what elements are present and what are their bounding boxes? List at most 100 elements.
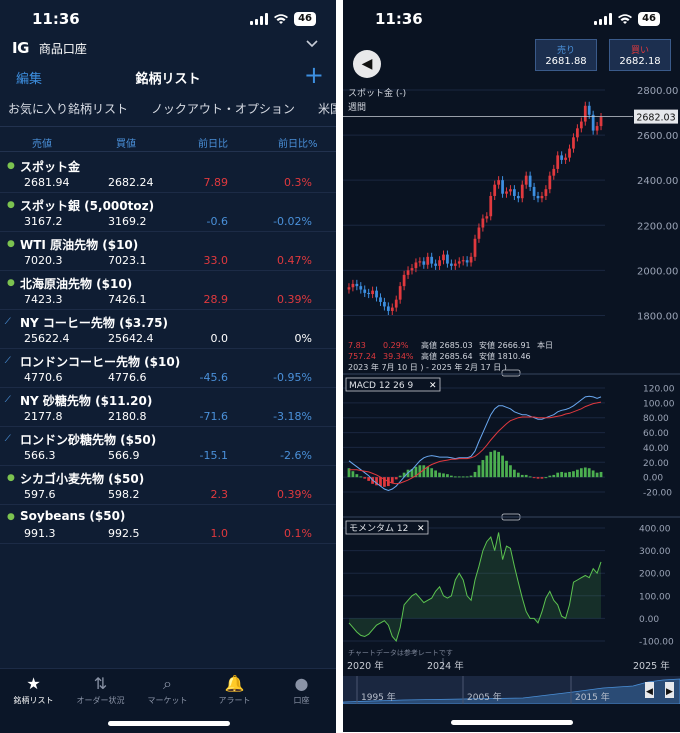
change-value: 28.9 — [203, 293, 229, 306]
signal-icon — [594, 13, 613, 25]
momentum-tick-label: 300.00 — [639, 547, 671, 557]
column-buy[interactable]: 買値 — [116, 135, 136, 150]
candle-body — [449, 263, 453, 266]
macd-histogram-bar — [560, 471, 564, 478]
nav-item-4[interactable]: ● 口座 — [268, 673, 335, 706]
back-button[interactable]: ◀ — [353, 50, 381, 78]
instrument-row[interactable]: ● 北海原油先物 ($10) 7423.3 7426.1 28.9 0.39% — [0, 271, 336, 310]
signal-icon — [250, 13, 269, 25]
candle-body — [426, 256, 430, 265]
add-instrument-button[interactable]: + — [304, 62, 324, 88]
nav-label: 銘柄リスト — [13, 696, 54, 705]
candle-body — [493, 184, 497, 196]
macd-tick-label: 120.00 — [643, 385, 675, 395]
status-bar: 11:36 46 — [0, 0, 336, 38]
macd-histogram-bar — [477, 465, 481, 478]
candle-body — [572, 137, 575, 149]
closed-market-icon: ⁄ — [7, 395, 9, 405]
status-time: 11:36 — [32, 10, 80, 28]
nav-item-2[interactable]: ⌕ マーケット — [134, 673, 201, 706]
macd-histogram-bar — [422, 465, 426, 478]
status-dot-icon: ● — [7, 239, 15, 249]
macd-tick-label: -20.00 — [643, 489, 672, 499]
change-pct-value: 0.1% — [284, 527, 312, 540]
candle-body — [548, 175, 552, 190]
status-dot-icon: ● — [7, 473, 15, 483]
instrument-name: NY 砂糖先物 ($11.20) — [20, 394, 153, 408]
tab-favorites[interactable]: お気に入り銘柄リスト — [8, 100, 128, 117]
buy-price: 566.9 — [108, 449, 140, 462]
instrument-row[interactable]: ● Soybeans ($50) 991.3 992.5 1.0 0.1% — [0, 505, 336, 544]
current-price-label: 2682.03 — [636, 113, 675, 124]
instrument-row[interactable]: ● スポット金 2681.94 2682.24 7.89 0.3% — [0, 154, 336, 193]
sell-button[interactable]: 売り 2681.88 — [535, 39, 597, 71]
stats-low: 安値 1810.46 — [479, 351, 531, 361]
price-chart[interactable]: 2800.00 2600.00 2400.00 2200.00 2000.00 1800.… — [343, 80, 680, 676]
candle-body — [434, 263, 437, 266]
change-value: 2.3 — [210, 488, 229, 501]
macd-histogram-bar — [572, 471, 575, 478]
candle-body — [485, 216, 489, 219]
macd-histogram-bar — [351, 471, 355, 478]
sell-price: 25622.4 — [24, 332, 70, 345]
instrument-row[interactable]: ● スポット銀 (5,000toz) 3167.2 3169.2 -0.6 -0.02% — [0, 193, 336, 232]
close-icon: ✕ — [429, 381, 437, 391]
sell-price: 2177.8 — [24, 410, 63, 423]
chart-navigator[interactable]: 1995 年 2005 年 2015 年 ◀ ▶ — [343, 676, 680, 704]
macd-histogram-bar — [579, 468, 583, 478]
candle-body — [532, 186, 536, 196]
macd-histogram-bar — [501, 455, 504, 478]
tab-us-earnings[interactable]: 米国株決 — [318, 100, 336, 117]
candle-body — [505, 191, 508, 194]
change-value: -0.6 — [206, 215, 228, 228]
watchlist-header: 編集 銘柄リスト + — [0, 62, 336, 90]
buy-price: 7023.1 — [108, 254, 147, 267]
nav-item-1[interactable]: ⇅ オーダー状況 — [67, 673, 134, 706]
momentum-area — [349, 532, 601, 641]
bottom-nav: ● 口座 🔔 アラート ⌕ マーケット ⇅ オーダー状況 ★ 銘柄リスト — [0, 668, 336, 733]
bell-icon: 🔔 — [224, 674, 245, 693]
buy-button[interactable]: 買い 2682.18 — [609, 39, 671, 71]
candle-body — [383, 301, 386, 307]
macd-histogram-bar — [552, 474, 556, 478]
candle-body — [583, 105, 587, 122]
macd-tick-label: 80.00 — [643, 414, 669, 424]
stats-low: 安値 2666.91 — [479, 340, 531, 350]
instrument-row[interactable]: ● WTI 原油先物 ($10) 7020.3 7023.1 33.0 0.47% — [0, 232, 336, 271]
instrument-row[interactable]: ⁄ NY コーヒー先物 ($3.75) 25622.4 25642.4 0.0 0% — [0, 310, 336, 349]
buy-label: 買い — [630, 46, 649, 56]
macd-histogram-bar — [583, 467, 587, 478]
price-tick-label: 2400.00 — [637, 176, 678, 187]
instrument-name: ロンドン砂糖先物 ($50) — [20, 433, 157, 447]
account-selector[interactable]: IG 商品口座 — [12, 38, 324, 58]
tab-knockout-options[interactable]: ノックアウト・オプション — [151, 100, 295, 117]
macd-histogram-bar — [461, 476, 465, 478]
macd-histogram-bar — [426, 466, 430, 478]
instrument-row[interactable]: ⁄ ロンドンコーヒー先物 ($10) 4770.6 4776.6 -45.6 -0.95% — [0, 349, 336, 388]
buy-price: 2180.8 — [108, 410, 147, 423]
instrument-row[interactable]: ⁄ NY 砂糖先物 ($11.20) 2177.8 2180.8 -71.6 -3.18% — [0, 388, 336, 427]
status-bar-right: 11:36 46 — [343, 0, 680, 38]
candle-body — [351, 283, 355, 288]
column-change[interactable]: 前日比 — [198, 135, 228, 150]
candle-body — [595, 126, 599, 131]
chart-period: 週間 — [348, 102, 366, 113]
column-change-pct[interactable]: 前日比% — [278, 135, 318, 150]
sell-price: 2681.88 — [545, 56, 587, 67]
user-icon: ● — [294, 674, 309, 693]
candle-body — [465, 260, 469, 263]
home-indicator — [108, 721, 230, 726]
instrument-row[interactable]: ● シカゴ小麦先物 ($50) 597.6 598.2 2.3 0.39% — [0, 466, 336, 505]
nav-item-3[interactable]: 🔔 アラート — [201, 673, 268, 706]
closed-market-icon: ⁄ — [7, 434, 9, 444]
macd-tick-label: 20.00 — [643, 459, 669, 469]
macd-histogram-bar — [363, 477, 367, 479]
x-tick-label: 2020 年 — [347, 660, 384, 672]
column-sell[interactable]: 売値 — [32, 135, 52, 150]
nav-item-0[interactable]: ★ 銘柄リスト — [0, 673, 67, 706]
chart-disclaimer: チャートデータは参考レートです — [348, 648, 453, 657]
account-name: 商品口座 — [38, 41, 87, 56]
instrument-row[interactable]: ⁄ ロンドン砂糖先物 ($50) 566.3 566.9 -15.1 -2.6% — [0, 427, 336, 466]
candle-body — [591, 114, 595, 131]
macd-histogram-bar — [513, 469, 516, 478]
